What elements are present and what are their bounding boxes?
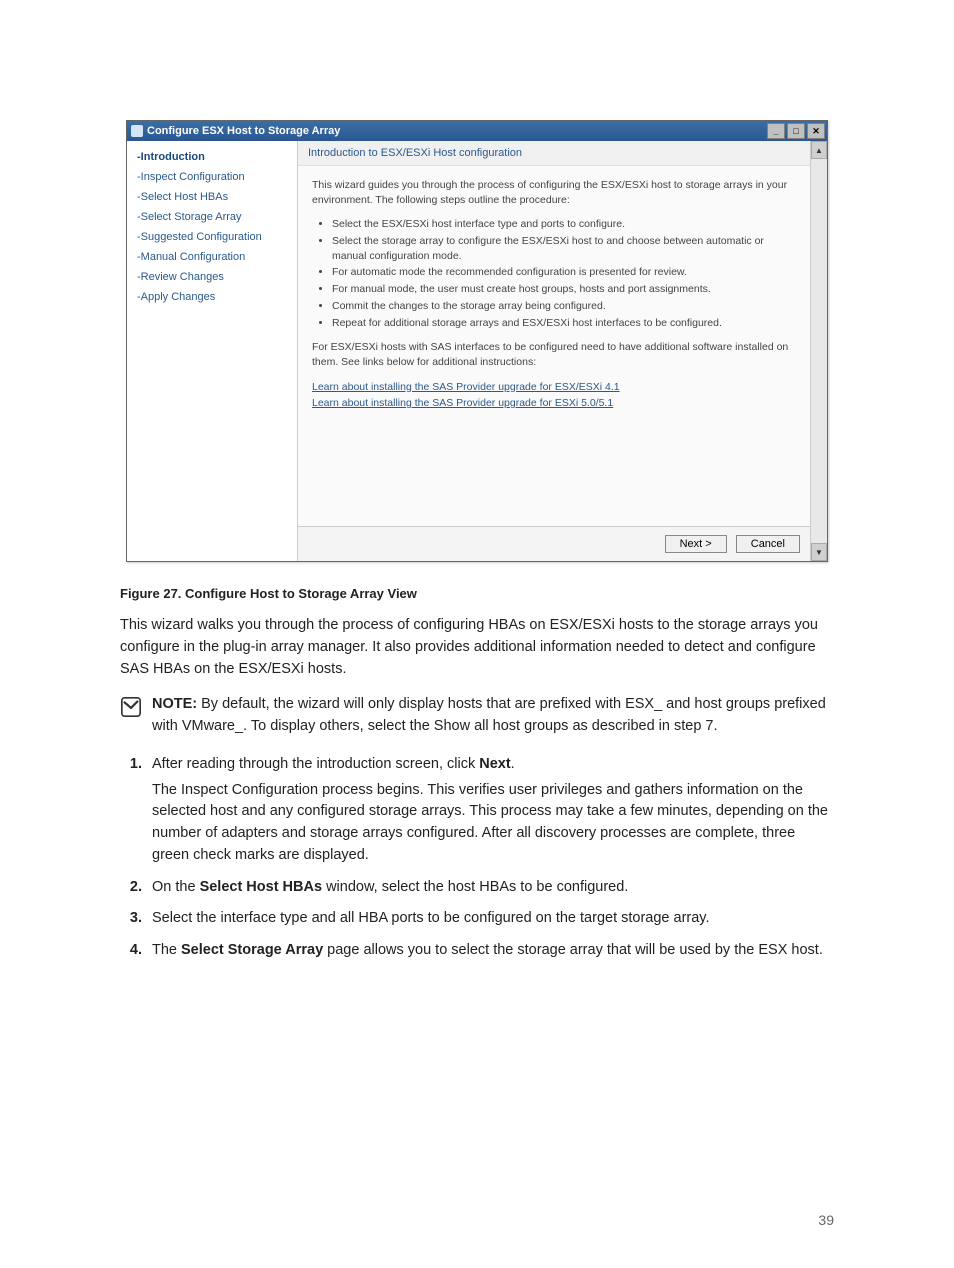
sidebar-item-manual[interactable]: -Manual Configuration — [127, 247, 297, 267]
sidebar-item-select-hbas[interactable]: -Select Host HBAs — [127, 187, 297, 207]
step-tail: page allows you to select the storage ar… — [323, 942, 823, 958]
list-item: Select the ESX/ESXi host interface type … — [332, 217, 796, 232]
page-number: 39 — [818, 1212, 834, 1228]
scroll-up-icon[interactable]: ▲ — [811, 141, 827, 159]
wizard-sidebar: -Introduction -Inspect Configuration -Se… — [127, 141, 298, 561]
cancel-button[interactable]: Cancel — [736, 535, 800, 553]
sidebar-item-select-array[interactable]: -Select Storage Array — [127, 207, 297, 227]
window-titlebar: Configure ESX Host to Storage Array _ □ … — [127, 121, 827, 141]
step-3: Select the interface type and all HBA po… — [146, 908, 834, 930]
sidebar-item-inspect[interactable]: -Inspect Configuration — [127, 167, 297, 187]
step-lead: On the — [152, 879, 200, 895]
vertical-scrollbar[interactable]: ▲ ▼ — [810, 141, 827, 561]
list-item: Commit the changes to the storage array … — [332, 299, 796, 314]
next-button[interactable]: Next > — [665, 535, 727, 553]
link-sas-50[interactable]: Learn about installing the SAS Provider … — [312, 397, 613, 409]
list-item: Select the storage array to configure th… — [332, 234, 796, 263]
steps-list: After reading through the introduction s… — [120, 754, 834, 962]
step-4: The Select Storage Array page allows you… — [146, 940, 834, 962]
window-title: Configure ESX Host to Storage Array — [147, 125, 340, 137]
step-lead: Select the interface type and all HBA po… — [152, 910, 710, 926]
content-heading: Introduction to ESX/ESXi Host configurat… — [298, 141, 810, 166]
close-button[interactable]: ✕ — [807, 123, 825, 139]
sidebar-item-apply[interactable]: -Apply Changes — [127, 287, 297, 307]
list-item: For manual mode, the user must create ho… — [332, 282, 796, 297]
note-block: NOTE: By default, the wizard will only d… — [120, 694, 834, 738]
step-2: On the Select Host HBAs window, select t… — [146, 877, 834, 899]
body-paragraph: This wizard walks you through the proces… — [120, 615, 834, 680]
note-icon — [120, 696, 142, 718]
app-icon — [131, 125, 143, 137]
list-item: Repeat for additional storage arrays and… — [332, 316, 796, 331]
step-lead: The — [152, 942, 181, 958]
figure-caption: Figure 27. Configure Host to Storage Arr… — [120, 586, 834, 601]
step-bold: Next — [479, 756, 510, 772]
link-sas-41[interactable]: Learn about installing the SAS Provider … — [312, 381, 620, 393]
sidebar-item-introduction[interactable]: -Introduction — [127, 147, 297, 167]
config-wizard-window: Configure ESX Host to Storage Array _ □ … — [126, 120, 828, 562]
step-lead: After reading through the introduction s… — [152, 756, 479, 772]
intro-paragraph: This wizard guides you through the proce… — [312, 178, 796, 207]
wizard-content: Introduction to ESX/ESXi Host configurat… — [298, 141, 810, 561]
step-extra: The Inspect Configuration process begins… — [152, 780, 834, 867]
step-tail: . — [511, 756, 515, 772]
minimize-button[interactable]: _ — [767, 123, 785, 139]
procedure-list: Select the ESX/ESXi host interface type … — [332, 217, 796, 330]
sidebar-item-suggested[interactable]: -Suggested Configuration — [127, 227, 297, 247]
scroll-down-icon[interactable]: ▼ — [811, 543, 827, 561]
step-tail: window, select the host HBAs to be confi… — [322, 879, 628, 895]
sas-paragraph: For ESX/ESXi hosts with SAS interfaces t… — [312, 340, 796, 369]
sidebar-item-review[interactable]: -Review Changes — [127, 267, 297, 287]
step-1: After reading through the introduction s… — [146, 754, 834, 867]
step-bold: Select Host HBAs — [200, 879, 322, 895]
maximize-button[interactable]: □ — [787, 123, 805, 139]
note-label: NOTE: — [152, 696, 197, 712]
step-bold: Select Storage Array — [181, 942, 323, 958]
list-item: For automatic mode the recommended confi… — [332, 265, 796, 280]
note-text: By default, the wizard will only display… — [152, 696, 826, 734]
